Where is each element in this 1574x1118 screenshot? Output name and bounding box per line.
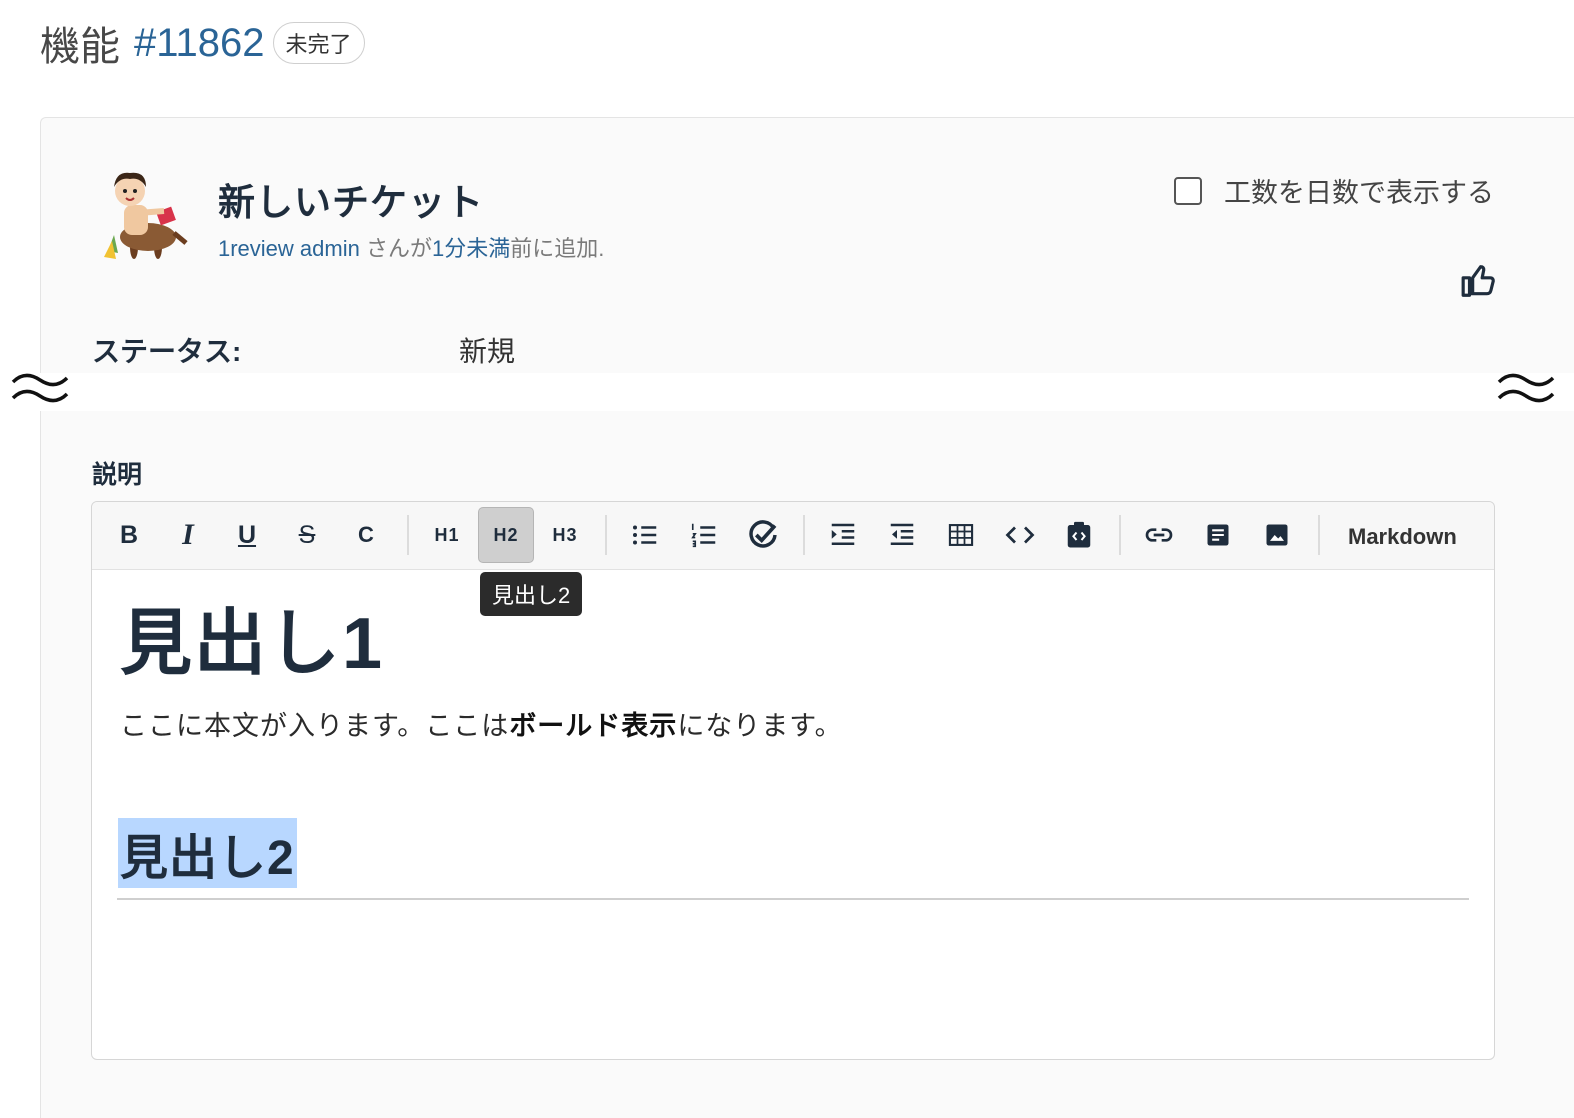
content-heading2-selected[interactable]: 見出し2: [118, 818, 297, 888]
paragraph-bold-text: ボールド表示: [509, 711, 678, 741]
wiki-page-button[interactable]: [1190, 507, 1246, 563]
link-icon: [1145, 528, 1173, 542]
indent-button[interactable]: [815, 507, 871, 563]
bold-button[interactable]: B: [101, 507, 157, 563]
content-heading1[interactable]: 見出し1: [120, 584, 384, 689]
outdent-icon: [890, 523, 914, 545]
description-label: 説明: [92, 461, 143, 489]
toolbar-separator: [803, 515, 805, 555]
inline-code-button[interactable]: C: [338, 507, 394, 563]
link-button[interactable]: [1131, 507, 1187, 563]
issue-number: #11862: [134, 20, 265, 65]
toolbar-separator: [1318, 515, 1320, 555]
heading1-button[interactable]: H1: [419, 507, 475, 563]
code-block-icon: [1067, 521, 1091, 548]
numbered-list-icon: [691, 523, 716, 548]
days-checkbox[interactable]: [1174, 176, 1202, 205]
bullet-list-icon: [633, 525, 657, 545]
heading2-underline: [117, 898, 1469, 900]
toolbar-separator: [407, 515, 409, 555]
description-editor[interactable]: B I U S C H1 H2 H3 Markdown 見出し2 見出し1 ここ…: [91, 501, 1495, 1060]
table-button[interactable]: [933, 507, 989, 563]
break-mark-icon: [11, 373, 69, 403]
strikethrough-button[interactable]: S: [279, 507, 335, 563]
issue-heading: 機能 #11862 未完了: [40, 14, 365, 72]
paragraph-text-end: になります。: [677, 711, 843, 741]
outdent-button[interactable]: [874, 507, 930, 563]
paragraph-text: ここに本文が入ります。ここは: [120, 711, 510, 741]
author-link[interactable]: 1review admin: [218, 236, 360, 261]
toolbar-separator: [1119, 515, 1121, 555]
author-line: 1review admin さんが1分未満前に追加.: [218, 231, 604, 263]
days-toggle[interactable]: 工数を日数で表示する: [1174, 171, 1494, 210]
task-list-button[interactable]: [735, 507, 791, 563]
editor-toolbar: B I U S C H1 H2 H3 Markdown: [92, 502, 1494, 570]
added-suffix: 前に追加.: [510, 236, 605, 261]
task-list-icon: [749, 520, 777, 548]
document-icon: [1207, 524, 1229, 546]
screenshot-break-gap: [0, 373, 1574, 411]
italic-button[interactable]: I: [160, 507, 216, 563]
heading2-tooltip: 見出し2: [480, 572, 583, 616]
author-suffix: さんが: [359, 236, 432, 261]
status-badge: 未完了: [272, 22, 365, 64]
numbered-list-button[interactable]: [676, 507, 732, 563]
status-attribute-label: ステータス:: [92, 336, 242, 367]
added-time-link[interactable]: 1分未満: [432, 236, 510, 261]
code-icon: [1005, 526, 1035, 544]
status-attribute-value: 新規: [459, 336, 516, 367]
bullet-list-button[interactable]: [617, 507, 673, 563]
image-icon: [1266, 524, 1288, 546]
code-block-button[interactable]: [1051, 507, 1107, 563]
issue-subject: 新しいチケット: [218, 182, 484, 223]
image-button[interactable]: [1249, 507, 1305, 563]
thumbs-up-icon[interactable]: [1460, 262, 1498, 300]
toolbar-separator: [605, 515, 607, 555]
table-icon: [948, 524, 974, 546]
underline-button[interactable]: U: [219, 507, 275, 563]
tracker-name: 機能: [40, 25, 120, 69]
avatar: [104, 172, 188, 259]
content-paragraph[interactable]: ここに本文が入ります。ここはボールド表示になります。: [120, 704, 843, 743]
break-mark-icon: [1497, 373, 1555, 403]
code-button[interactable]: [992, 507, 1048, 563]
indent-icon: [831, 523, 855, 545]
days-label: 工数を日数で表示する: [1224, 178, 1494, 208]
heading3-button[interactable]: H3: [537, 507, 593, 563]
heading2-button[interactable]: H2: [478, 507, 534, 563]
markdown-mode-toggle[interactable]: Markdown: [1348, 524, 1457, 550]
